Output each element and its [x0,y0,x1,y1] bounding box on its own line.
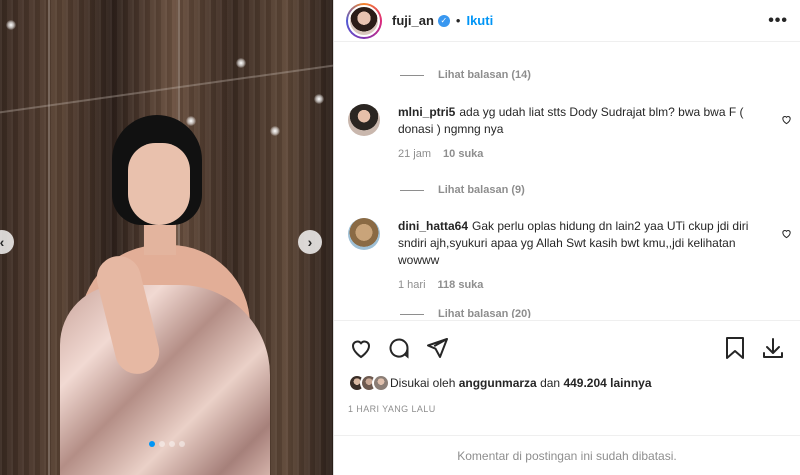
carousel-dot [148,441,155,447]
view-replies-label: Lihat balasan (9) [438,184,525,196]
model-photo [40,115,270,475]
comment-item: mlni_ptri5 ada yg udah liat stts Dody Sud… [334,104,800,160]
verified-icon: ✓ [437,14,450,27]
comment-text: dini_hatta64 Gak perlu oplas hidung dn la… [398,218,760,269]
commenter-avatar[interactable] [348,218,380,250]
comment-heart-icon[interactable] [781,112,792,130]
liker-avatars [348,374,390,392]
liker-avatar[interactable] [372,374,390,392]
replies-line [400,313,424,315]
likes-connector: dan [540,376,561,390]
heart-icon[interactable] [348,335,374,361]
comment-time: 21 jam [398,148,432,160]
replies-line [400,74,424,76]
post-media: ‹ › [0,0,333,475]
separator: • [455,13,461,28]
view-replies-button[interactable]: Lihat balasan (14) [334,66,800,84]
comment-item: dini_hatta64 Gak perlu oplas hidung dn la… [334,218,800,291]
commenter-avatar[interactable] [348,104,380,136]
comment-icon[interactable] [386,335,412,361]
avatar-image [348,4,380,37]
commenter-username[interactable]: mlni_ptri5 [398,105,455,119]
comments-list: Lihat balasan (14) mlni_ptri5 ada yg udah… [334,56,800,318]
post-header: fuji_an ✓ • Ikuti ••• [334,0,800,42]
carousel-dot [168,441,175,447]
likes-user[interactable]: anggunmarza [459,376,537,390]
carousel-indicator [0,441,333,447]
follow-button[interactable]: Ikuti [466,13,493,28]
ceiling-light [236,58,246,68]
share-icon[interactable] [424,335,450,361]
replies-line [400,189,424,191]
comment-meta: 1 hari 118 suka [398,279,760,291]
more-icon[interactable]: ••• [768,12,788,30]
likes-summary: Disukai oleh anggunmarza dan 449.204 lai… [348,374,652,392]
likes-prefix: Disukai oleh [390,376,456,390]
view-replies-label: Lihat balasan (20) [438,308,531,318]
avatar[interactable] [346,2,382,39]
comments-restricted-notice: Komentar di postingan ini sudah dibatasi… [334,435,800,475]
view-replies-button[interactable]: Lihat balasan (20) [334,305,800,318]
photo-face [128,143,190,225]
comment-meta: 21 jam 10 suka [398,148,760,160]
post-timestamp[interactable]: 1 HARI YANG LALU [348,404,436,414]
download-icon[interactable] [760,335,786,361]
comment-like-count[interactable]: 118 suka [438,279,484,291]
comment-time: 1 hari [398,279,426,291]
view-replies-button[interactable]: Lihat balasan (9) [334,181,800,199]
ceiling-light [314,94,324,104]
comment-like-count[interactable]: 10 suka [443,148,483,160]
post-actions [334,320,800,374]
ceiling-light [6,20,16,30]
carousel-dot [158,441,165,447]
commenter-username[interactable]: dini_hatta64 [398,219,468,233]
likes-count[interactable]: 449.204 lainnya [563,376,651,390]
view-replies-label: Lihat balasan (14) [438,69,531,81]
bookmark-icon[interactable] [722,335,748,361]
carousel-dot [178,441,185,447]
comment-text: mlni_ptri5 ada yg udah liat stts Dody Sud… [398,104,760,138]
ceiling-light [270,126,280,136]
comment-heart-icon[interactable] [781,226,792,244]
chevron-right-icon[interactable]: › [298,230,322,254]
post-side-panel: fuji_an ✓ • Ikuti ••• Lihat balasan (14)… [333,0,800,475]
author-username[interactable]: fuji_an [392,13,434,28]
